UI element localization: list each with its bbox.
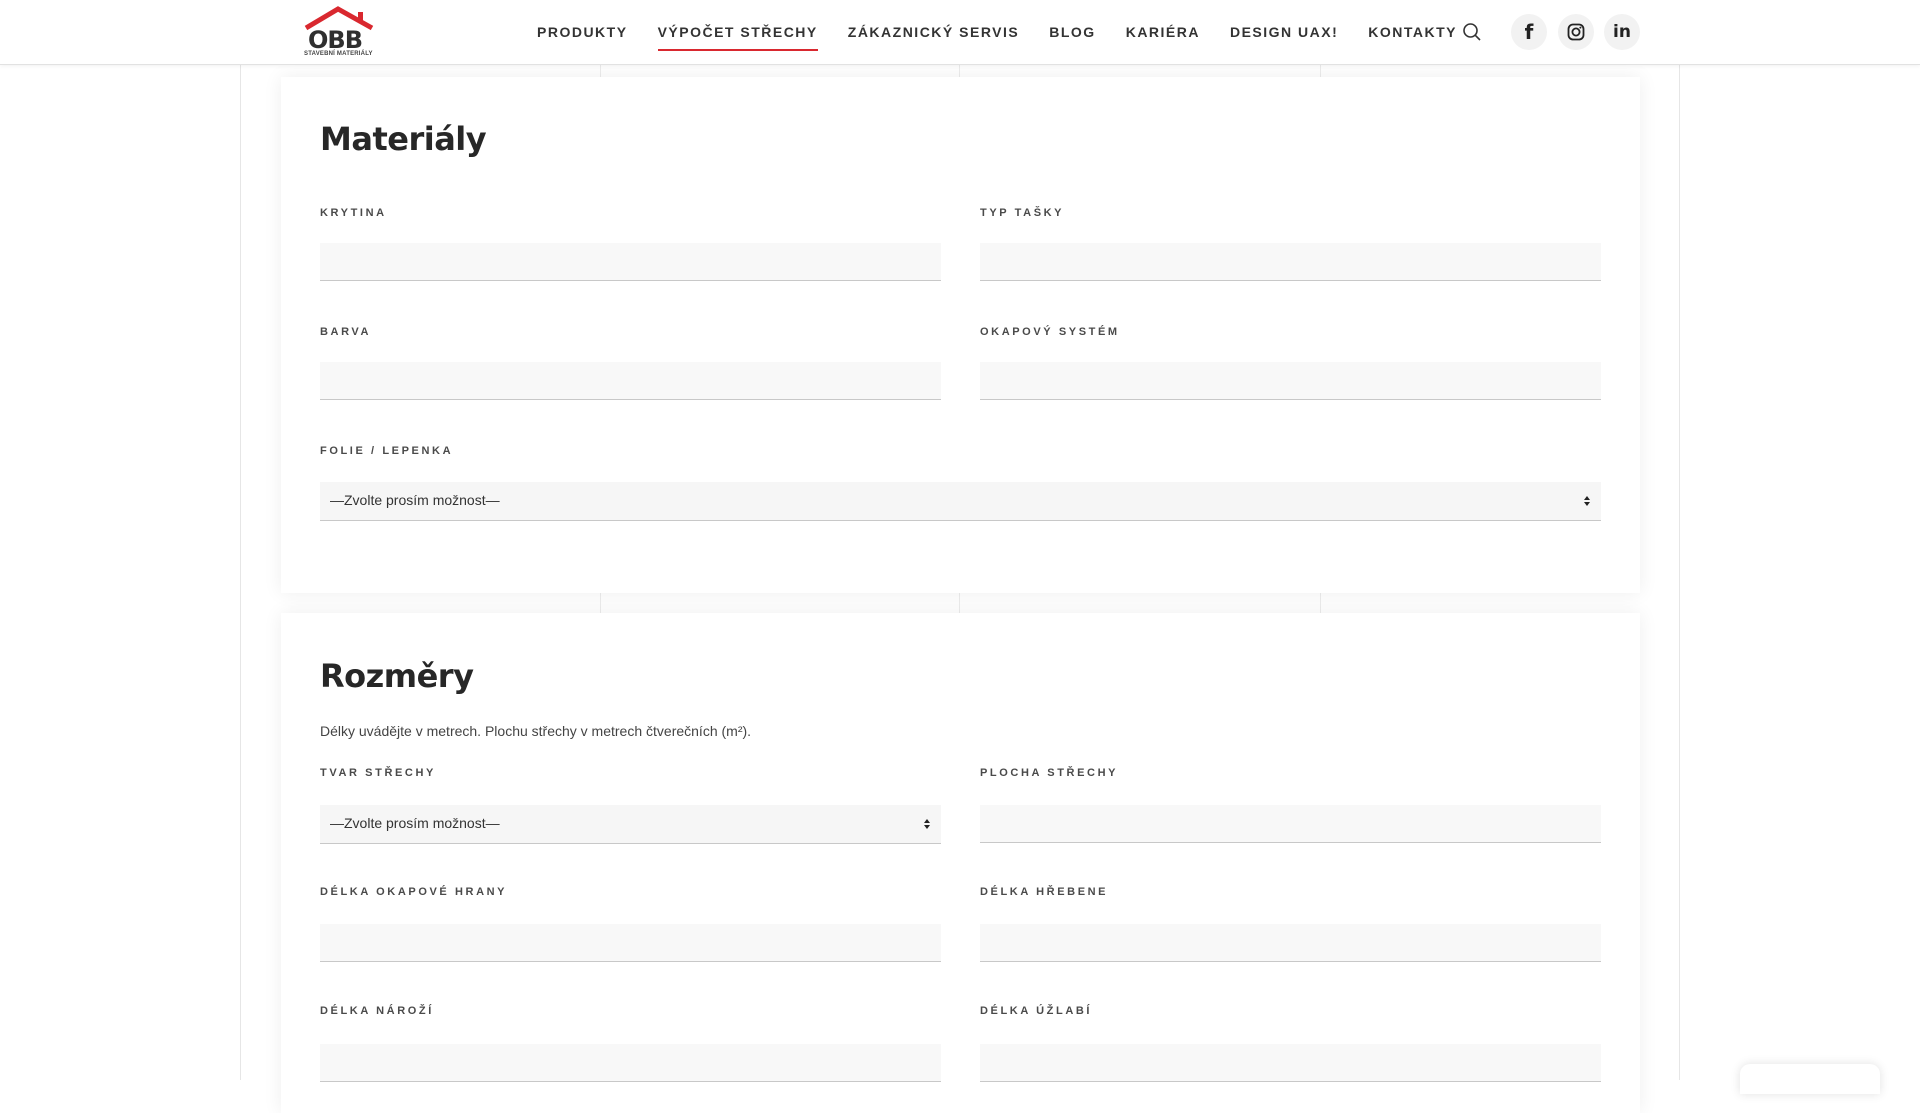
delka-okapove-hrany-field[interactable] bbox=[320, 924, 941, 962]
logo-text: OBB bbox=[308, 26, 363, 54]
delka-narozi-field[interactable] bbox=[320, 1044, 941, 1082]
nav-item-zakaznicky-servis[interactable]: ZÁKAZNICKÝ SERVIS bbox=[848, 24, 1019, 40]
grid-line bbox=[600, 593, 601, 613]
tvar-strechy-selected-value: —Zvolte prosím možnost— bbox=[330, 815, 500, 831]
linkedin-icon[interactable]: in bbox=[1604, 14, 1640, 50]
chat-widget-tab[interactable] bbox=[1740, 1064, 1880, 1094]
delka-hrebene-label: DÉLKA HŘEBENE bbox=[980, 886, 1109, 898]
delka-uzlabi-field[interactable] bbox=[980, 1044, 1601, 1082]
grid-line bbox=[959, 593, 960, 613]
select-arrows-icon bbox=[1584, 496, 1590, 506]
dimensions-card: Rozměry Délky uvádějte v metrech. Plochu… bbox=[281, 613, 1640, 1113]
delka-uzlabi-label: DÉLKA ÚŽLABÍ bbox=[980, 1005, 1093, 1017]
grid-line bbox=[1320, 593, 1321, 613]
logo[interactable]: OBB STAVEBNÍ MATERIÁLY bbox=[300, 6, 382, 60]
folie-lepenka-label: FOLIE / LEPENKA bbox=[320, 445, 454, 457]
page-frame-left bbox=[240, 65, 241, 1080]
barva-field[interactable] bbox=[320, 362, 941, 400]
folie-lepenka-select[interactable]: —Zvolte prosím možnost— bbox=[320, 482, 1601, 521]
tvar-strechy-label: TVAR STŘECHY bbox=[320, 767, 436, 779]
delka-narozi-label: DÉLKA NÁROŽÍ bbox=[320, 1005, 434, 1017]
tvar-strechy-select[interactable]: —Zvolte prosím možnost— bbox=[320, 805, 941, 844]
dimensions-title: Rozměry bbox=[320, 657, 474, 695]
instagram-icon[interactable] bbox=[1558, 14, 1594, 50]
plocha-strechy-label: PLOCHA STŘECHY bbox=[980, 767, 1119, 779]
krytina-field[interactable] bbox=[320, 243, 941, 281]
dimensions-hint: Délky uvádějte v metrech. Plochu střechy… bbox=[320, 723, 752, 739]
okapovy-system-label: OKAPOVÝ SYSTÉM bbox=[980, 326, 1120, 338]
logo-subtitle: STAVEBNÍ MATERIÁLY bbox=[304, 51, 373, 57]
grid-line bbox=[959, 65, 960, 77]
nav-item-kontakty[interactable]: KONTAKTY bbox=[1368, 24, 1457, 40]
krytina-label: KRYTINA bbox=[320, 207, 387, 219]
delka-okapove-hrany-label: DÉLKA OKAPOVÉ HRANY bbox=[320, 886, 508, 898]
okapovy-system-field[interactable] bbox=[980, 362, 1601, 400]
materials-card: Materiály KRYTINA TYP TAŠKY BARVA OKAPOV… bbox=[281, 77, 1640, 593]
materials-title: Materiály bbox=[320, 120, 487, 158]
typ-tasky-field[interactable] bbox=[980, 243, 1601, 281]
nav-item-kariera[interactable]: KARIÉRA bbox=[1126, 24, 1200, 40]
nav-item-vypocet-strechy[interactable]: VÝPOČET STŘECHY bbox=[657, 24, 818, 51]
grid-line bbox=[1320, 65, 1321, 77]
grid-line bbox=[600, 65, 601, 77]
typ-tasky-label: TYP TAŠKY bbox=[980, 207, 1065, 219]
plocha-strechy-field[interactable] bbox=[980, 805, 1601, 843]
nav-item-design-uax[interactable]: DESIGN UAX! bbox=[1230, 24, 1338, 40]
facebook-icon[interactable]: f bbox=[1511, 14, 1547, 50]
select-arrows-icon bbox=[924, 819, 930, 829]
nav-item-produkty[interactable]: PRODUKTY bbox=[537, 24, 628, 40]
main-nav: PRODUKTY VÝPOČET STŘECHY ZÁKAZNICKÝ SERV… bbox=[537, 0, 1457, 64]
site-header: OBB STAVEBNÍ MATERIÁLY PRODUKTY VÝPOČET … bbox=[0, 0, 1920, 65]
page-frame-right bbox=[1679, 65, 1680, 1080]
search-icon[interactable] bbox=[1454, 14, 1490, 50]
barva-label: BARVA bbox=[320, 326, 372, 338]
nav-item-blog[interactable]: BLOG bbox=[1049, 24, 1095, 40]
delka-hrebene-field[interactable] bbox=[980, 924, 1601, 962]
folie-lepenka-selected-value: —Zvolte prosím možnost— bbox=[330, 492, 500, 508]
